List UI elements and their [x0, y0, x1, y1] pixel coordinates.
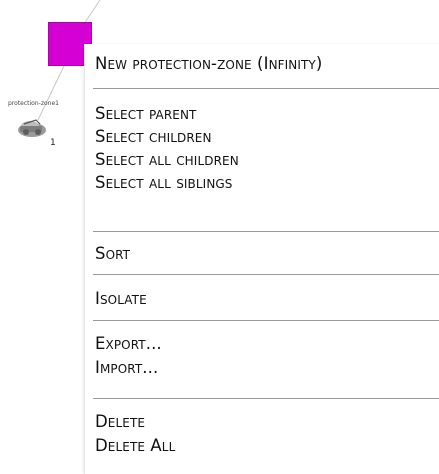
menu-item-select-children[interactable]: Select children — [95, 127, 212, 147]
menu-separator — [93, 88, 439, 89]
menu-item-delete[interactable]: Delete — [95, 412, 145, 432]
menu-item-export[interactable]: Export... — [95, 334, 162, 354]
menu-item-select-all-siblings[interactable]: Select all siblings — [95, 173, 233, 193]
menu-item-new-protection-zone[interactable]: New protection-zone (Infinity) — [95, 54, 322, 74]
menu-separator — [93, 274, 439, 275]
scene-canvas[interactable]: protection-zone1 1 New protection-zone (… — [0, 0, 439, 474]
menu-item-sort[interactable]: Sort — [95, 244, 130, 264]
menu-item-import[interactable]: Import... — [95, 358, 158, 378]
menu-separator — [93, 398, 439, 399]
menu-item-select-parent[interactable]: Select parent — [95, 104, 196, 124]
menu-item-isolate[interactable]: Isolate — [95, 289, 147, 309]
context-menu: New protection-zone (Infinity) Select pa… — [84, 44, 439, 474]
menu-item-select-all-children[interactable]: Select all children — [95, 150, 239, 170]
protection-zone-icon — [18, 119, 46, 137]
child-node-protection-zone[interactable]: protection-zone1 1 — [8, 100, 78, 160]
menu-separator — [93, 320, 439, 321]
menu-separator — [93, 231, 439, 232]
child-node-label: protection-zone1 — [8, 100, 59, 107]
menu-item-delete-all[interactable]: Delete All — [95, 436, 175, 456]
child-node-count: 1 — [50, 138, 56, 148]
